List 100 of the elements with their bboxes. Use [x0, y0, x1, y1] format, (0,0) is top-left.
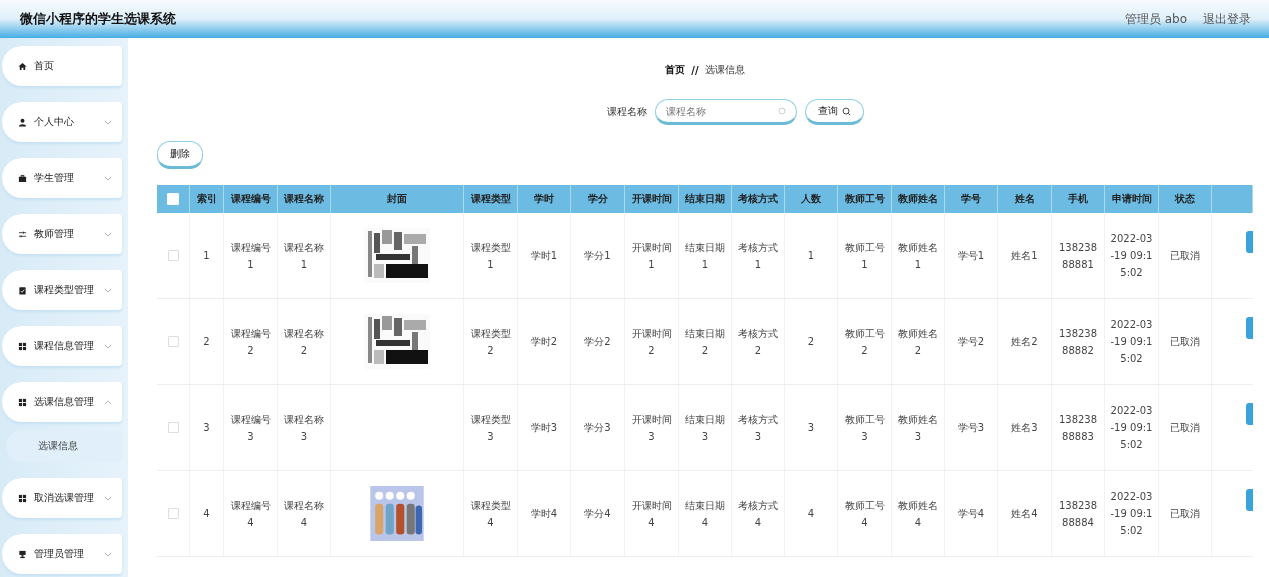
row-checkbox[interactable] [167, 508, 179, 519]
action-button[interactable] [1246, 489, 1253, 511]
table-cell-text: 开课时间1 [630, 240, 673, 272]
menu-item[interactable]: 管理员管理 [2, 534, 122, 574]
action-button[interactable] [1246, 403, 1253, 425]
chevron-icon [104, 551, 112, 557]
table-cell-text: 课程编号4 [229, 498, 272, 530]
delete-button[interactable]: 删除 [157, 141, 203, 169]
search-label: 课程名称 [606, 105, 647, 119]
table-cell-text: 13823888882 [1057, 326, 1099, 358]
table-cell-text: 2022-03-19 09:15:02 [1110, 318, 1153, 366]
column-header: 申请时间 [1105, 185, 1159, 213]
chevron-icon [104, 287, 112, 293]
table-cell-text: 教师姓名1 [897, 240, 939, 272]
row-checkbox[interactable] [167, 422, 179, 433]
chevron-icon [104, 175, 112, 181]
menu-item[interactable]: 个人中心 [2, 102, 122, 142]
table-cell-text: 已取消 [1170, 507, 1200, 521]
clipboard-icon [18, 285, 27, 295]
column-header: 课程名称 [278, 185, 331, 213]
menu-item[interactable]: 选课信息管理 [2, 382, 122, 422]
table-cell-text: 结束日期2 [684, 326, 726, 358]
table-cell-text: 课程名称4 [283, 498, 325, 530]
action-button[interactable] [1246, 231, 1253, 253]
menu-item[interactable]: 取消选课管理 [2, 478, 122, 518]
table-cell-text: 1 [807, 249, 815, 263]
grid-icon [18, 397, 27, 407]
table-cell-text: 考核方式1 [737, 240, 779, 272]
table-cell-text: 学号2 [957, 335, 985, 349]
table-cell-text: 教师姓名4 [897, 498, 939, 530]
table-cell-text: 姓名1 [1011, 249, 1038, 263]
table-cell-text: 考核方式4 [737, 498, 779, 530]
table-cell-text: 课程编号2 [229, 326, 272, 358]
search-field[interactable]: 课程名称 [654, 99, 797, 125]
table-cell-text: 姓名2 [1011, 335, 1038, 349]
row-checkbox[interactable] [167, 336, 179, 347]
table-cell-text: 姓名3 [1011, 421, 1038, 435]
logout-link[interactable]: 退出登录 [1203, 10, 1251, 28]
table-cell-text: 课程名称2 [283, 326, 325, 358]
table-cell-text: 课程名称1 [283, 240, 325, 272]
admin-label: 管理员 abo [1124, 10, 1187, 28]
select-all-checkbox[interactable] [167, 193, 179, 205]
table-cell-text: 学号4 [957, 507, 985, 521]
sliders-icon [18, 229, 27, 239]
menu-item[interactable]: 课程类型管理 [2, 270, 122, 310]
chevron-icon [104, 119, 112, 125]
table-cell-text: 结束日期3 [684, 412, 726, 444]
column-header: 封面 [331, 185, 464, 213]
table-cell-text: 结束日期1 [684, 240, 726, 272]
table-cell-text: 学时4 [530, 507, 558, 521]
stamp-icon [18, 549, 27, 559]
table-cell-text: 课程编号3 [229, 412, 272, 444]
breadcrumb-link[interactable]: 首页 [665, 63, 686, 77]
breadcrumb-current: 选课信息 [704, 63, 745, 77]
row-checkbox[interactable] [167, 250, 179, 261]
submenu-item[interactable]: 选课信息 [6, 430, 122, 462]
table-cell-text: 2 [203, 335, 210, 349]
table-cell-text: 开课时间4 [630, 498, 673, 530]
column-header: 状态 [1159, 185, 1212, 213]
menu-item[interactable]: 课程信息管理 [2, 326, 122, 366]
table-cell-text: 教师工号1 [843, 240, 886, 272]
table-cell-text: 13823888884 [1057, 498, 1099, 530]
table-cell-text: 学分1 [584, 249, 611, 263]
column-header: 课程类型 [464, 185, 518, 213]
action-button[interactable] [1246, 317, 1253, 339]
chevron-icon [104, 495, 112, 501]
table-cell-text: 2022-03-19 09:15:02 [1110, 232, 1153, 280]
column-header: 开课时间 [625, 185, 679, 213]
table-cell-text: 学号1 [957, 249, 985, 263]
column-header: 姓名 [998, 185, 1052, 213]
table-cell-text: 4 [807, 507, 815, 521]
menu-item[interactable]: 首页 [2, 46, 122, 86]
chevron-icon [104, 399, 112, 405]
table-cell-text: 已取消 [1170, 335, 1200, 349]
menu-item[interactable]: 学生管理 [2, 158, 122, 198]
user-icon [18, 117, 27, 127]
table-cell-text: 3 [807, 421, 815, 435]
table-cell-text: 1 [203, 249, 210, 263]
table-cell-text: 考核方式3 [737, 412, 779, 444]
table-cell-text: 考核方式2 [737, 326, 779, 358]
table-cell-text: 开课时间2 [630, 326, 673, 358]
table-cell-text: 学分3 [584, 421, 611, 435]
table-cell-text: 教师工号4 [843, 498, 886, 530]
table-cell-text: 学分2 [584, 335, 611, 349]
column-header: 教师姓名 [892, 185, 945, 213]
table-cell-text: 已取消 [1170, 421, 1200, 435]
search-icon [777, 107, 787, 116]
table-cell-text: 学时3 [530, 421, 558, 435]
grid-icon [18, 341, 27, 351]
table-cell-text: 2 [807, 335, 815, 349]
column-header: 考核方式 [732, 185, 785, 213]
table-cell-text: 2022-03-19 09:15:02 [1110, 404, 1153, 452]
table-cell-text: 教师姓名3 [897, 412, 939, 444]
app-title: 微信小程序的学生选课系统 [20, 10, 176, 28]
column-header: 手机 [1052, 185, 1105, 213]
home-icon [18, 61, 27, 71]
breadcrumb-separator: // [691, 64, 699, 76]
menu-item[interactable]: 教师管理 [2, 214, 122, 254]
query-button[interactable]: 查询 [804, 99, 864, 125]
column-header: 结束日期 [679, 185, 732, 213]
